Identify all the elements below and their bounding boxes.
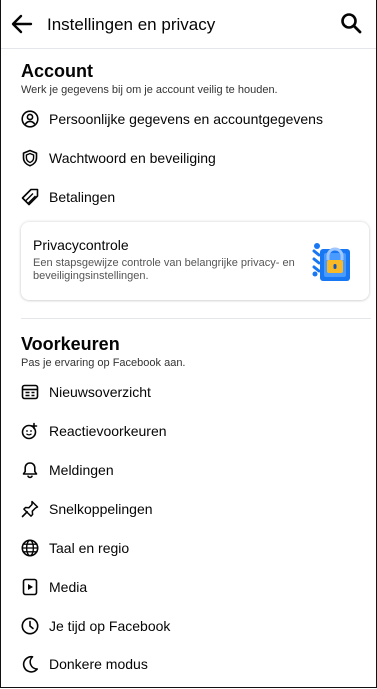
account-item-label: Betalingen [49,189,116,205]
pref-item-media[interactable]: Media [1,570,376,604]
clock-icon [21,617,39,635]
pref-item-time-on-facebook[interactable]: Je tijd op Facebook [1,609,376,643]
privacy-card-title: Privacycontrole [33,237,129,253]
reaction-icon [21,422,39,440]
media-icon [21,578,39,596]
shield-icon [21,149,39,167]
pref-item-label: Donkere modus [49,656,148,672]
pref-item-label: Taal en regio [49,540,130,556]
pin-icon [21,500,39,518]
tag-icon [21,188,39,206]
search-icon[interactable] [340,12,362,34]
pref-item-dark-mode[interactable]: Donkere modus [1,647,376,681]
privacy-card-description: Een stapsgewijze controle van belangrijk… [33,257,295,282]
section-divider [21,318,371,319]
pref-item-notifications[interactable]: Meldingen [1,453,376,487]
pref-item-label: Media [49,579,88,595]
preferences-section-subtitle: Pas je ervaring op Facebook aan. [21,357,186,369]
person-circle-icon [21,110,39,128]
pref-item-label: Meldingen [49,462,114,478]
pref-item-language-region[interactable]: Taal en regio [1,531,376,565]
account-item-label: Persoonlijke gegevens en accountgegevens [49,111,323,127]
preferences-section-title: Voorkeuren [21,334,120,354]
account-item-personal-info[interactable]: Persoonlijke gegevens en accountgegevens [1,102,376,136]
privacy-checkup-card[interactable]: Privacycontrole Een stapsgewijze control… [21,222,369,300]
pref-item-reactions[interactable]: Reactievoorkeuren [1,414,376,448]
account-item-password-security[interactable]: Wachtwoord en beveiliging [1,141,376,175]
arrow-left-icon[interactable] [11,14,33,34]
page-title: Instellingen en privacy [47,15,216,34]
pref-item-newsfeed[interactable]: Nieuwsoverzicht [1,375,376,409]
pref-item-label: Reactievoorkeuren [49,423,167,439]
bell-icon [21,461,39,479]
account-section-title: Account [21,61,93,81]
pref-item-label: Je tijd op Facebook [49,618,171,634]
account-section-subtitle: Werk je gegevens bij om je account veili… [21,84,278,96]
newsfeed-icon [21,383,39,401]
top-bar: Instellingen en privacy [1,0,376,49]
pref-item-shortcuts[interactable]: Snelkoppelingen [1,492,376,526]
account-item-payments[interactable]: Betalingen [1,180,376,214]
screen-frame: Instellingen en privacy Account Werk je … [0,0,377,688]
pref-item-label: Snelkoppelingen [49,501,153,517]
moon-icon [21,655,39,673]
pref-item-label: Nieuwsoverzicht [49,384,151,400]
privacy-lock-illustration [311,238,355,284]
account-item-label: Wachtwoord en beveiliging [49,150,216,166]
globe-icon [21,539,39,557]
